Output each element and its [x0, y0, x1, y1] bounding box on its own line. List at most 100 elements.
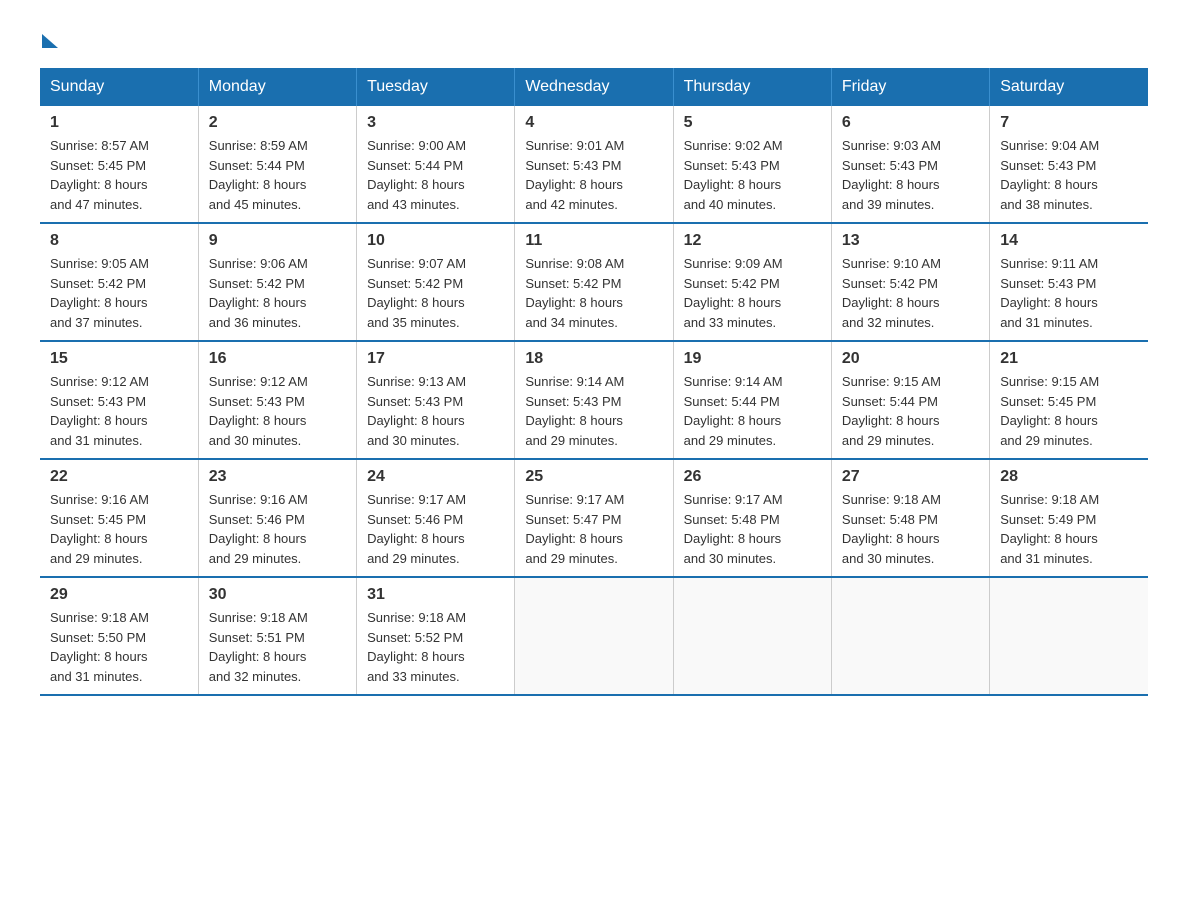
- day-cell: 9 Sunrise: 9:06 AM Sunset: 5:42 PM Dayli…: [198, 223, 356, 341]
- day-number: 5: [684, 114, 821, 132]
- day-info: Sunrise: 9:16 AM Sunset: 5:45 PM Dayligh…: [50, 490, 188, 568]
- day-cell: 16 Sunrise: 9:12 AM Sunset: 5:43 PM Dayl…: [198, 341, 356, 459]
- day-info: Sunrise: 9:14 AM Sunset: 5:43 PM Dayligh…: [525, 372, 662, 450]
- day-info: Sunrise: 8:57 AM Sunset: 5:45 PM Dayligh…: [50, 136, 188, 214]
- weekday-header-tuesday: Tuesday: [357, 68, 515, 106]
- day-info: Sunrise: 9:18 AM Sunset: 5:49 PM Dayligh…: [1000, 490, 1138, 568]
- day-cell: 19 Sunrise: 9:14 AM Sunset: 5:44 PM Dayl…: [673, 341, 831, 459]
- day-cell: 12 Sunrise: 9:09 AM Sunset: 5:42 PM Dayl…: [673, 223, 831, 341]
- day-number: 6: [842, 114, 979, 132]
- day-info: Sunrise: 9:15 AM Sunset: 5:45 PM Dayligh…: [1000, 372, 1138, 450]
- day-cell: 22 Sunrise: 9:16 AM Sunset: 5:45 PM Dayl…: [40, 459, 198, 577]
- day-info: Sunrise: 9:18 AM Sunset: 5:52 PM Dayligh…: [367, 608, 504, 686]
- day-cell: 17 Sunrise: 9:13 AM Sunset: 5:43 PM Dayl…: [357, 341, 515, 459]
- day-number: 21: [1000, 350, 1138, 368]
- day-number: 20: [842, 350, 979, 368]
- day-number: 25: [525, 468, 662, 486]
- week-row-4: 22 Sunrise: 9:16 AM Sunset: 5:45 PM Dayl…: [40, 459, 1148, 577]
- day-info: Sunrise: 9:00 AM Sunset: 5:44 PM Dayligh…: [367, 136, 504, 214]
- day-cell: 29 Sunrise: 9:18 AM Sunset: 5:50 PM Dayl…: [40, 577, 198, 695]
- day-number: 26: [684, 468, 821, 486]
- day-info: Sunrise: 9:18 AM Sunset: 5:50 PM Dayligh…: [50, 608, 188, 686]
- day-cell: 21 Sunrise: 9:15 AM Sunset: 5:45 PM Dayl…: [990, 341, 1148, 459]
- logo: [40, 30, 58, 48]
- day-cell: 30 Sunrise: 9:18 AM Sunset: 5:51 PM Dayl…: [198, 577, 356, 695]
- day-cell: 13 Sunrise: 9:10 AM Sunset: 5:42 PM Dayl…: [831, 223, 989, 341]
- day-cell: [831, 577, 989, 695]
- day-number: 13: [842, 232, 979, 250]
- day-cell: 15 Sunrise: 9:12 AM Sunset: 5:43 PM Dayl…: [40, 341, 198, 459]
- day-cell: 4 Sunrise: 9:01 AM Sunset: 5:43 PM Dayli…: [515, 106, 673, 223]
- day-cell: 6 Sunrise: 9:03 AM Sunset: 5:43 PM Dayli…: [831, 106, 989, 223]
- day-cell: 8 Sunrise: 9:05 AM Sunset: 5:42 PM Dayli…: [40, 223, 198, 341]
- weekday-header-thursday: Thursday: [673, 68, 831, 106]
- day-number: 23: [209, 468, 346, 486]
- day-cell: 25 Sunrise: 9:17 AM Sunset: 5:47 PM Dayl…: [515, 459, 673, 577]
- day-number: 1: [50, 114, 188, 132]
- weekday-header-monday: Monday: [198, 68, 356, 106]
- day-info: Sunrise: 9:13 AM Sunset: 5:43 PM Dayligh…: [367, 372, 504, 450]
- day-number: 4: [525, 114, 662, 132]
- day-number: 19: [684, 350, 821, 368]
- day-info: Sunrise: 9:12 AM Sunset: 5:43 PM Dayligh…: [209, 372, 346, 450]
- weekday-header-row: SundayMondayTuesdayWednesdayThursdayFrid…: [40, 68, 1148, 106]
- day-number: 14: [1000, 232, 1138, 250]
- day-cell: 14 Sunrise: 9:11 AM Sunset: 5:43 PM Dayl…: [990, 223, 1148, 341]
- day-cell: 11 Sunrise: 9:08 AM Sunset: 5:42 PM Dayl…: [515, 223, 673, 341]
- day-cell: 28 Sunrise: 9:18 AM Sunset: 5:49 PM Dayl…: [990, 459, 1148, 577]
- day-info: Sunrise: 9:08 AM Sunset: 5:42 PM Dayligh…: [525, 254, 662, 332]
- day-cell: 27 Sunrise: 9:18 AM Sunset: 5:48 PM Dayl…: [831, 459, 989, 577]
- day-info: Sunrise: 9:02 AM Sunset: 5:43 PM Dayligh…: [684, 136, 821, 214]
- day-number: 15: [50, 350, 188, 368]
- day-number: 10: [367, 232, 504, 250]
- day-info: Sunrise: 9:14 AM Sunset: 5:44 PM Dayligh…: [684, 372, 821, 450]
- week-row-3: 15 Sunrise: 9:12 AM Sunset: 5:43 PM Dayl…: [40, 341, 1148, 459]
- day-number: 8: [50, 232, 188, 250]
- week-row-2: 8 Sunrise: 9:05 AM Sunset: 5:42 PM Dayli…: [40, 223, 1148, 341]
- day-cell: [515, 577, 673, 695]
- day-number: 9: [209, 232, 346, 250]
- day-cell: 18 Sunrise: 9:14 AM Sunset: 5:43 PM Dayl…: [515, 341, 673, 459]
- day-cell: 3 Sunrise: 9:00 AM Sunset: 5:44 PM Dayli…: [357, 106, 515, 223]
- day-cell: 1 Sunrise: 8:57 AM Sunset: 5:45 PM Dayli…: [40, 106, 198, 223]
- day-info: Sunrise: 9:06 AM Sunset: 5:42 PM Dayligh…: [209, 254, 346, 332]
- day-cell: 20 Sunrise: 9:15 AM Sunset: 5:44 PM Dayl…: [831, 341, 989, 459]
- page-header: [40, 30, 1148, 48]
- day-cell: [990, 577, 1148, 695]
- day-info: Sunrise: 9:17 AM Sunset: 5:47 PM Dayligh…: [525, 490, 662, 568]
- day-number: 22: [50, 468, 188, 486]
- week-row-5: 29 Sunrise: 9:18 AM Sunset: 5:50 PM Dayl…: [40, 577, 1148, 695]
- day-cell: 31 Sunrise: 9:18 AM Sunset: 5:52 PM Dayl…: [357, 577, 515, 695]
- day-info: Sunrise: 9:11 AM Sunset: 5:43 PM Dayligh…: [1000, 254, 1138, 332]
- day-info: Sunrise: 9:16 AM Sunset: 5:46 PM Dayligh…: [209, 490, 346, 568]
- week-row-1: 1 Sunrise: 8:57 AM Sunset: 5:45 PM Dayli…: [40, 106, 1148, 223]
- day-cell: 26 Sunrise: 9:17 AM Sunset: 5:48 PM Dayl…: [673, 459, 831, 577]
- day-info: Sunrise: 9:07 AM Sunset: 5:42 PM Dayligh…: [367, 254, 504, 332]
- day-cell: 7 Sunrise: 9:04 AM Sunset: 5:43 PM Dayli…: [990, 106, 1148, 223]
- day-number: 28: [1000, 468, 1138, 486]
- weekday-header-wednesday: Wednesday: [515, 68, 673, 106]
- day-number: 12: [684, 232, 821, 250]
- day-number: 27: [842, 468, 979, 486]
- day-info: Sunrise: 9:05 AM Sunset: 5:42 PM Dayligh…: [50, 254, 188, 332]
- day-info: Sunrise: 9:01 AM Sunset: 5:43 PM Dayligh…: [525, 136, 662, 214]
- day-cell: [673, 577, 831, 695]
- day-number: 11: [525, 232, 662, 250]
- calendar-table: SundayMondayTuesdayWednesdayThursdayFrid…: [40, 68, 1148, 696]
- weekday-header-sunday: Sunday: [40, 68, 198, 106]
- day-info: Sunrise: 9:04 AM Sunset: 5:43 PM Dayligh…: [1000, 136, 1138, 214]
- day-info: Sunrise: 9:09 AM Sunset: 5:42 PM Dayligh…: [684, 254, 821, 332]
- day-number: 7: [1000, 114, 1138, 132]
- day-cell: 24 Sunrise: 9:17 AM Sunset: 5:46 PM Dayl…: [357, 459, 515, 577]
- day-info: Sunrise: 9:18 AM Sunset: 5:51 PM Dayligh…: [209, 608, 346, 686]
- day-info: Sunrise: 9:03 AM Sunset: 5:43 PM Dayligh…: [842, 136, 979, 214]
- day-cell: 10 Sunrise: 9:07 AM Sunset: 5:42 PM Dayl…: [357, 223, 515, 341]
- logo-arrow-icon: [42, 34, 58, 48]
- day-info: Sunrise: 8:59 AM Sunset: 5:44 PM Dayligh…: [209, 136, 346, 214]
- day-cell: 2 Sunrise: 8:59 AM Sunset: 5:44 PM Dayli…: [198, 106, 356, 223]
- day-info: Sunrise: 9:10 AM Sunset: 5:42 PM Dayligh…: [842, 254, 979, 332]
- day-number: 3: [367, 114, 504, 132]
- day-info: Sunrise: 9:15 AM Sunset: 5:44 PM Dayligh…: [842, 372, 979, 450]
- day-number: 16: [209, 350, 346, 368]
- weekday-header-saturday: Saturday: [990, 68, 1148, 106]
